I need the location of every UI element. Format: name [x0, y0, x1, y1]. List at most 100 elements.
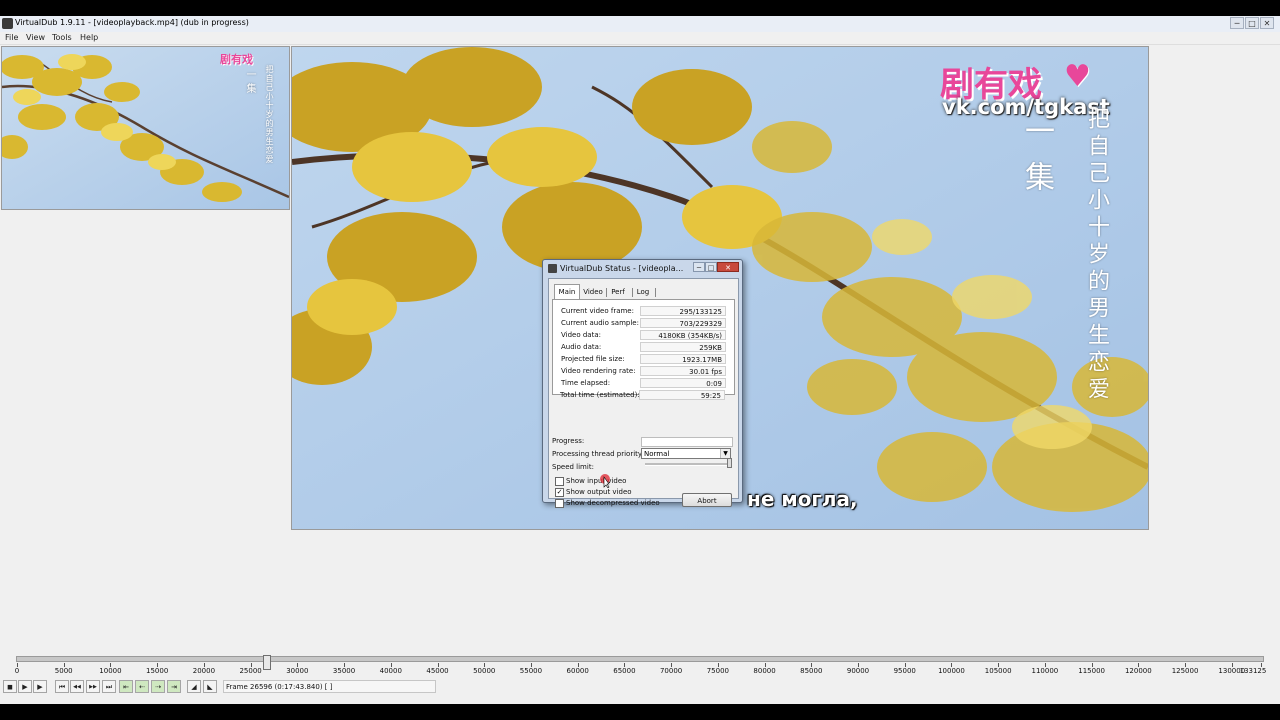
- position-toolbar: ◼ ▶ ▶ ⏮ ◀◀ ▶▶ ⏭ ⇤ ⇠ ⇢ ⇥ ◢ ◣ Frame 26596 (0:17:43.840…: [0, 678, 1280, 696]
- stat-label: Current audio sample:: [561, 319, 639, 327]
- speed-limit-slider[interactable]: [645, 463, 727, 466]
- stat-value: 259KB: [640, 342, 726, 352]
- play-output-icon[interactable]: ▶: [33, 680, 47, 693]
- priority-value: Normal: [644, 450, 670, 458]
- window-title: VirtualDub 1.9.11 - [videoplayback.mp4] …: [15, 18, 249, 27]
- mark-in-icon[interactable]: ◢: [187, 680, 201, 693]
- timeline-tick-label: 75000: [706, 667, 729, 675]
- timeline-tick-label: 110000: [1031, 667, 1059, 675]
- progress-label: Progress:: [552, 437, 585, 445]
- stat-label: Video rendering rate:: [561, 367, 636, 375]
- stat-label: Total time (estimated):: [560, 391, 640, 399]
- timeline-thumb[interactable]: [262, 655, 271, 670]
- app-icon: [2, 18, 13, 29]
- stat-label: Current video frame:: [561, 307, 634, 315]
- dialog-title-bar[interactable]: VirtualDub Status - [videopla... ─ □ ✕: [543, 260, 742, 277]
- stat-value: 30.01 fps: [640, 366, 726, 376]
- tab-log[interactable]: Log: [634, 285, 652, 299]
- timeline-tick-label: 105000: [984, 667, 1012, 675]
- timeline-tick-label: 40000: [379, 667, 402, 675]
- heart-logo-icon: ♥: [1064, 59, 1091, 94]
- tab-video[interactable]: Video: [582, 285, 604, 299]
- next-key-icon[interactable]: ▶▶: [86, 680, 100, 693]
- input-vertical-text-left: 一集: [244, 69, 255, 97]
- menu-tools[interactable]: Tools: [52, 33, 72, 42]
- timeline-tick-label: 65000: [613, 667, 636, 675]
- main-tab-panel: Current video frame: 295/133125 Current a…: [552, 299, 735, 395]
- minimize-button[interactable]: ─: [1230, 17, 1244, 29]
- input-watermark-cn: 剧有戏: [220, 53, 253, 66]
- timeline-tick-label: 70000: [659, 667, 683, 675]
- timeline-tick-label: 25000: [239, 667, 262, 675]
- tab-perf[interactable]: Perf: [608, 285, 628, 299]
- dialog-title: VirtualDub Status - [videopla...: [560, 264, 684, 273]
- timeline-track[interactable]: [16, 655, 1264, 670]
- stat-row: Projected file size: 1923.17MB: [561, 354, 729, 365]
- stat-row: Current audio sample: 703/229329: [561, 318, 729, 329]
- menu-view[interactable]: View: [26, 33, 45, 42]
- stat-value: 703/229329: [640, 318, 726, 328]
- timeline-tick-label: 30000: [286, 667, 309, 675]
- stat-row-total-time: Total time (estimated): 59:25: [560, 390, 728, 401]
- timeline-tick-label: 90000: [846, 667, 870, 675]
- show-output-label[interactable]: Show output video: [566, 488, 632, 496]
- scene-back-icon[interactable]: ⇤: [119, 680, 133, 693]
- status-dialog: VirtualDub Status - [videopla... ─ □ ✕ M…: [542, 259, 743, 508]
- menu-help[interactable]: Help: [80, 33, 98, 42]
- dialog-close-button[interactable]: ✕: [717, 262, 739, 272]
- frame-position-readout[interactable]: Frame 26596 (0:17:43.840) [ ]: [223, 680, 436, 693]
- start-icon[interactable]: ⏮: [55, 680, 69, 693]
- speed-limit-thumb[interactable]: [727, 458, 732, 468]
- dialog-minimize-button[interactable]: ─: [693, 262, 705, 272]
- scene-fwd-icon[interactable]: ⇥: [167, 680, 181, 693]
- timeline-tick-label: 120000: [1124, 667, 1152, 675]
- maximize-button[interactable]: □: [1245, 17, 1259, 29]
- show-output-checkbox[interactable]: ✓: [555, 488, 564, 497]
- input-video-pane[interactable]: 剧有戏 一集 把自己小十岁的男生恋爱: [1, 46, 290, 210]
- menu-bar: File View Tools Help: [0, 32, 1280, 45]
- timeline-tick-label: 55000: [519, 667, 543, 675]
- close-button[interactable]: ✕: [1260, 17, 1274, 29]
- tab-separator: [606, 288, 607, 297]
- stat-value: 1923.17MB: [640, 354, 726, 364]
- stat-value: 0:09: [640, 378, 726, 388]
- timeline-tick-label: 35000: [332, 667, 356, 675]
- stat-value: 59:25: [639, 390, 725, 400]
- scene-prev-icon[interactable]: ⇠: [135, 680, 149, 693]
- priority-label: Processing thread priority:: [552, 450, 644, 458]
- timeline-tick-label: 50000: [473, 667, 496, 675]
- scene-next-icon[interactable]: ⇢: [151, 680, 165, 693]
- abort-button[interactable]: Abort: [682, 493, 732, 507]
- stat-label: Audio data:: [561, 343, 602, 351]
- input-vertical-text-right: 把自己小十岁的男生恋爱: [265, 65, 274, 164]
- show-input-checkbox[interactable]: [555, 477, 564, 486]
- tab-main[interactable]: Main: [554, 284, 580, 300]
- prev-key-icon[interactable]: ◀◀: [70, 680, 84, 693]
- timeline-tick-label: 0: [14, 667, 20, 675]
- timeline-tick-label: 10000: [99, 667, 122, 675]
- priority-select[interactable]: Normal ▼: [641, 448, 731, 459]
- timeline-tick-label: 5000: [54, 667, 73, 675]
- stat-row: Video data: 4180KB (354KB/s): [561, 330, 729, 341]
- speed-limit-label: Speed limit:: [552, 463, 594, 471]
- mark-out-icon[interactable]: ◣: [203, 680, 217, 693]
- menu-file[interactable]: File: [5, 33, 18, 42]
- timeline-tick-label: 20000: [192, 667, 216, 675]
- subtitle-text: не могла,: [747, 487, 858, 511]
- stop-icon[interactable]: ◼: [3, 680, 17, 693]
- play-input-icon[interactable]: ▶: [18, 680, 32, 693]
- dialog-maximize-button[interactable]: □: [705, 262, 717, 272]
- dialog-app-icon: [548, 264, 557, 273]
- show-input-label[interactable]: Show input video: [566, 477, 626, 485]
- show-decompressed-checkbox[interactable]: [555, 499, 564, 508]
- show-decompressed-label[interactable]: Show decompressed video: [566, 499, 660, 507]
- stat-row: Video rendering rate: 30.01 fps: [561, 366, 729, 377]
- chevron-down-icon: ▼: [720, 449, 730, 458]
- end-icon[interactable]: ⏭: [102, 680, 116, 693]
- title-bar[interactable]: VirtualDub 1.9.11 - [videoplayback.mp4] …: [0, 16, 1280, 33]
- stat-row: Current video frame: 295/133125: [561, 306, 729, 317]
- timeline-tick-label: 115000: [1078, 667, 1105, 675]
- tab-separator: [632, 288, 633, 297]
- timeline-tick-label: 125000: [1171, 667, 1199, 675]
- stat-label: Video data:: [561, 331, 601, 339]
